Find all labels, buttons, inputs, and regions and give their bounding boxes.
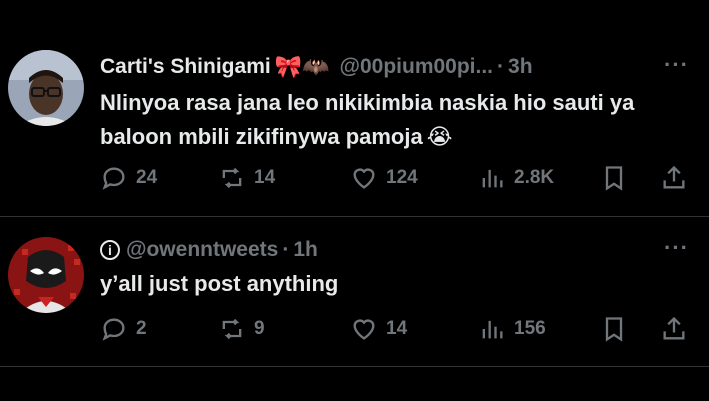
reply-button[interactable]: 24 bbox=[100, 162, 157, 194]
timestamp[interactable]: 1h bbox=[293, 238, 318, 262]
repost-icon bbox=[222, 167, 242, 189]
text-emoji: 😭 bbox=[426, 124, 453, 149]
tweet-header: Carti's Shinigami 🎀🦇 @00pium00pi... · 3h… bbox=[100, 52, 689, 82]
reply-count: 24 bbox=[136, 167, 158, 188]
views-count: 2.8K bbox=[514, 167, 555, 188]
bookmark-button[interactable] bbox=[600, 162, 636, 194]
share-icon bbox=[663, 165, 685, 189]
repost-button[interactable]: 9 bbox=[218, 313, 265, 345]
views-icon bbox=[482, 320, 503, 339]
info-icon: i bbox=[100, 240, 120, 260]
tweet-header: i @owenntweets · 1h ··· bbox=[100, 235, 689, 265]
reply-icon bbox=[102, 167, 125, 190]
separator-dot: · bbox=[497, 55, 505, 78]
tweet-1[interactable]: Carti's Shinigami 🎀🦇 @00pium00pi... · 3h… bbox=[0, 0, 709, 216]
tweet-2[interactable]: i @owenntweets · 1h ··· y’all just post … bbox=[0, 217, 709, 367]
tweet-text-content: Nlinyoa rasa jana leo nikikimbia naskia … bbox=[100, 90, 635, 149]
tweet-text: Nlinyoa rasa jana leo nikikimbia naskia … bbox=[100, 86, 669, 154]
more-options-icon[interactable]: ··· bbox=[664, 52, 689, 78]
reply-icon bbox=[102, 318, 125, 341]
action-bar: 24 14 124 2.8K bbox=[100, 162, 691, 194]
heart-icon bbox=[353, 319, 375, 340]
handle[interactable]: @owenntweets bbox=[126, 238, 278, 262]
like-button[interactable]: 124 bbox=[350, 162, 418, 194]
display-name[interactable]: Carti's Shinigami bbox=[100, 55, 271, 79]
action-bar: 2 9 14 156 bbox=[100, 313, 691, 345]
share-button[interactable] bbox=[660, 313, 696, 345]
avatar[interactable] bbox=[8, 237, 84, 313]
name-emoji: 🎀🦇 bbox=[274, 54, 330, 79]
like-count: 14 bbox=[386, 318, 408, 339]
tweet-text-content: y’all just post anything bbox=[100, 271, 339, 296]
bookmark-button[interactable] bbox=[600, 313, 636, 345]
views-button[interactable]: 2.8K bbox=[478, 162, 554, 194]
handle[interactable]: @00pium00pi... bbox=[340, 55, 494, 79]
views-icon bbox=[482, 169, 503, 188]
separator-dot: · bbox=[282, 238, 290, 261]
repost-icon bbox=[222, 318, 242, 340]
avatar[interactable] bbox=[8, 50, 84, 126]
reply-button[interactable]: 2 bbox=[100, 313, 147, 345]
views-count: 156 bbox=[514, 318, 546, 339]
repost-count: 14 bbox=[254, 167, 276, 188]
tweet-text: y’all just post anything bbox=[100, 267, 669, 301]
repost-count: 9 bbox=[254, 318, 265, 339]
like-button[interactable]: 14 bbox=[350, 313, 407, 345]
reply-count: 2 bbox=[136, 318, 147, 339]
bookmark-icon bbox=[605, 166, 623, 191]
like-count: 124 bbox=[386, 167, 418, 188]
views-button[interactable]: 156 bbox=[478, 313, 546, 345]
tweet-divider bbox=[0, 366, 709, 367]
share-button[interactable] bbox=[660, 162, 696, 194]
timestamp[interactable]: 3h bbox=[508, 55, 533, 79]
share-icon bbox=[663, 316, 685, 340]
repost-button[interactable]: 14 bbox=[218, 162, 275, 194]
bookmark-icon bbox=[605, 317, 623, 342]
heart-icon bbox=[353, 168, 375, 189]
more-options-icon[interactable]: ··· bbox=[664, 235, 689, 261]
